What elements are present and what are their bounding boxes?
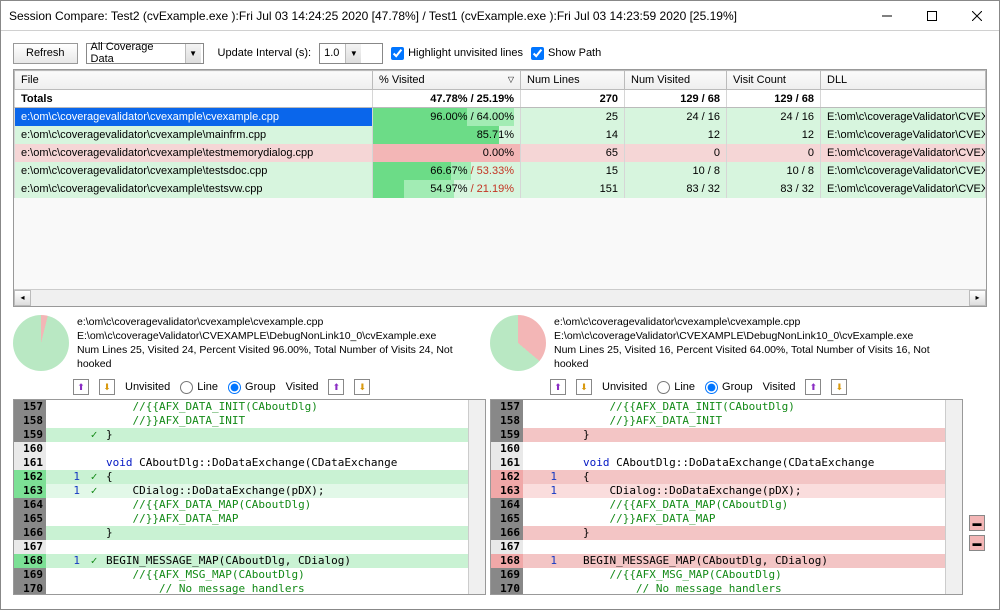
update-interval-combo[interactable]: 1.0 ▼ — [319, 43, 383, 64]
coverage-filter-combo[interactable]: All Coverage Data ▼ — [86, 43, 204, 64]
coverage-filter-value: All Coverage Data — [91, 41, 179, 65]
code-viewer-left[interactable]: 1571581591601611621631641651661671681691… — [13, 399, 486, 595]
marker-red-icon[interactable]: ▬ — [969, 535, 985, 551]
minimize-button[interactable] — [864, 1, 909, 30]
col-lines[interactable]: Num Lines — [521, 71, 625, 90]
down-arrow-icon[interactable]: ⬇ — [99, 379, 115, 395]
code-viewer-right[interactable]: 1571581591601611621631641651661671681691… — [490, 399, 963, 595]
table-row[interactable]: e:\om\c\coveragevalidator\cvexample\test… — [15, 162, 986, 180]
table-row[interactable]: e:\om\c\coveragevalidator\cvexample\main… — [15, 126, 986, 144]
highlight-unvisited-checkbox[interactable] — [391, 47, 404, 60]
up-arrow-icon[interactable]: ⬆ — [805, 379, 821, 395]
col-pct[interactable]: % Visited▽ — [373, 71, 521, 90]
grid-header-row: File % Visited▽ Num Lines Num Visited Vi… — [15, 71, 986, 90]
sort-desc-icon: ▽ — [508, 75, 514, 84]
chevron-down-icon: ▼ — [345, 44, 361, 63]
grid-hscrollbar[interactable]: ◂ ▸ — [14, 289, 986, 306]
close-button[interactable] — [954, 1, 999, 30]
marker-red-icon[interactable]: ▬ — [969, 515, 985, 531]
table-row[interactable]: e:\om\c\coveragevalidator\cvexample\test… — [15, 180, 986, 198]
mode-line-radio[interactable]: Line — [657, 381, 695, 394]
show-path-check[interactable]: Show Path — [531, 47, 601, 60]
toolbar: Refresh All Coverage Data ▼ Update Inter… — [1, 37, 999, 69]
coverage-pie-left — [13, 315, 69, 371]
pane-controls-left: ⬆ ⬇ Unvisited Line Group Visited ⬆ ⬇ — [73, 379, 486, 395]
window-title: Session Compare: Test2 (cvExample.exe ):… — [9, 9, 864, 23]
down-arrow-icon[interactable]: ⬇ — [576, 379, 592, 395]
coverage-pie-right — [490, 315, 546, 371]
up-arrow-icon[interactable]: ⬆ — [73, 379, 89, 395]
col-file[interactable]: File — [15, 71, 373, 90]
code-vscrollbar[interactable] — [945, 400, 962, 594]
mode-group-radio[interactable]: Group — [228, 381, 276, 394]
left-pane: e:\om\c\coveragevalidator\cvexample\cvex… — [13, 315, 486, 595]
refresh-button[interactable]: Refresh — [13, 43, 78, 64]
coverage-grid[interactable]: File % Visited▽ Num Lines Num Visited Vi… — [13, 69, 987, 307]
pane-controls-right: ⬆ ⬇ Unvisited Line Group Visited ⬆ ⬇ — [550, 379, 963, 395]
code-vscrollbar[interactable] — [468, 400, 485, 594]
titlebar: Session Compare: Test2 (cvExample.exe ):… — [1, 1, 999, 31]
col-visited[interactable]: Num Visited — [625, 71, 727, 90]
down-arrow-icon[interactable]: ⬇ — [831, 379, 847, 395]
mode-line-radio[interactable]: Line — [180, 381, 218, 394]
highlight-unvisited-check[interactable]: Highlight unvisited lines — [391, 47, 523, 60]
scroll-left-icon[interactable]: ◂ — [14, 290, 31, 306]
scroll-right-icon[interactable]: ▸ — [969, 290, 986, 306]
show-path-checkbox[interactable] — [531, 47, 544, 60]
up-arrow-icon[interactable]: ⬆ — [550, 379, 566, 395]
down-arrow-icon[interactable]: ⬇ — [354, 379, 370, 395]
table-row[interactable]: e:\om\c\coveragevalidator\cvexample\cvex… — [15, 108, 986, 126]
pane-info-left: e:\om\c\coveragevalidator\cvexample\cvex… — [77, 315, 486, 371]
chevron-down-icon: ▼ — [185, 44, 201, 63]
update-interval-value: 1.0 — [324, 47, 339, 59]
grid-totals-row: Totals 47.78% / 25.19% 270 129 / 68 129 … — [15, 90, 986, 108]
pane-info-right: e:\om\c\coveragevalidator\cvexample\cvex… — [554, 315, 963, 371]
side-toolbar: ▬ ▬ — [967, 315, 987, 595]
mode-group-radio[interactable]: Group — [705, 381, 753, 394]
maximize-button[interactable] — [909, 1, 954, 30]
col-dll[interactable]: DLL — [821, 71, 986, 90]
col-count[interactable]: Visit Count — [727, 71, 821, 90]
right-pane: e:\om\c\coveragevalidator\cvexample\cvex… — [490, 315, 963, 595]
up-arrow-icon[interactable]: ⬆ — [328, 379, 344, 395]
table-row[interactable]: e:\om\c\coveragevalidator\cvexample\test… — [15, 144, 986, 162]
update-interval-label: Update Interval (s): — [218, 47, 312, 59]
